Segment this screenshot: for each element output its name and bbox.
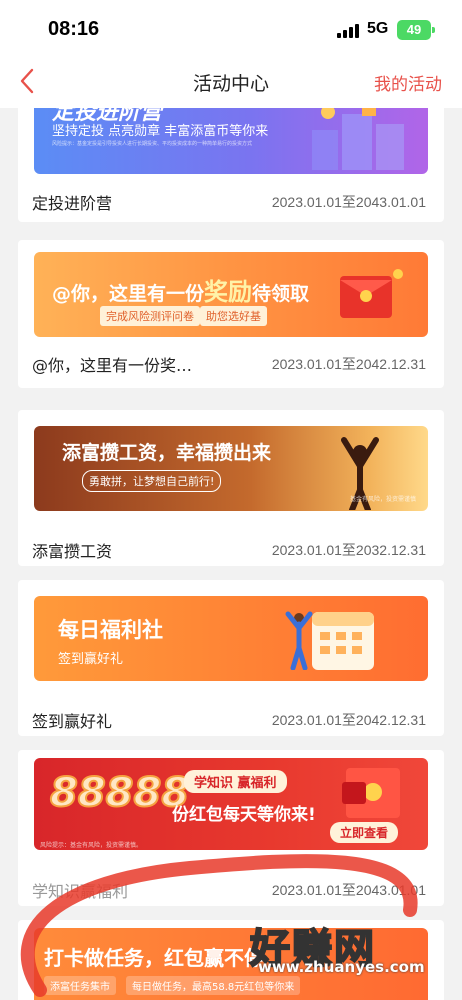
activity-date: 2023.01.01至2032.12.31	[271, 542, 426, 558]
activity-name: @你，这里有一份奖…	[32, 356, 193, 375]
banner-title: 添富攒工资，幸福攒出来	[62, 442, 272, 464]
jumping-person-icon	[285, 611, 313, 670]
nav-bar: 活动中心 我的活动	[0, 56, 462, 108]
activity-date: 2023.01.01至2042.12.31	[271, 356, 426, 372]
red-swoosh-overlay	[20, 854, 418, 997]
banner-title-part: 待领取	[252, 283, 310, 305]
banner-tag: 学知识 赢福利	[184, 770, 287, 793]
banner-pill: 勇敢拼，让梦想自己前行!	[82, 470, 222, 492]
activity-banner[interactable]: @你，这里有一份奖励待领取 完成风险测评问卷 助您选好基	[34, 252, 428, 337]
activity-name: 添富攒工资	[32, 542, 113, 561]
battery-level: 49	[406, 22, 422, 37]
activity-banner[interactable]: 添富攒工资，幸福攒出来 勇敢拼，让梦想自己前行! 基金有风险，投资需谨慎	[34, 426, 428, 511]
battery-icon: 49	[397, 20, 435, 40]
watermark-url: www.zhuanyes.com	[258, 958, 425, 976]
banner-pill: 助您选好基	[200, 306, 267, 326]
activity-card[interactable]: 添富攒工资，幸福攒出来 勇敢拼，让梦想自己前行! 基金有风险，投资需谨慎 添富攒…	[18, 410, 444, 566]
banner-title-highlight: 奖励	[204, 278, 253, 306]
activity-date: 2023.01.01至2043.01.01	[271, 194, 426, 210]
activity-card[interactable]: @你，这里有一份奖励待领取 完成风险测评问卷 助您选好基 @你，这里有一份奖… …	[18, 240, 444, 388]
activity-card[interactable]: 每日福利社 签到赢好礼 签到赢好礼 2023.01.01至2042.12.31	[18, 580, 444, 736]
banner-title: 份红包每天等你来!	[172, 805, 316, 825]
status-time: 08:16	[48, 18, 100, 40]
banner-fine-print: 风险提示：基金定投是引导投资人进行长期投资、平均投资成本的一种简单易行的投资方式	[52, 141, 253, 147]
network-type: 5G	[367, 20, 389, 37]
cellular-signal-icon	[337, 24, 359, 38]
activity-banner[interactable]: 定投进阶营 坚持定投 点亮勋章 丰富添富币等你来 风险提示：基金定投是引导投资人…	[34, 108, 428, 174]
banner-subtitle: 坚持定投 点亮勋章 丰富添富币等你来	[52, 124, 269, 139]
banner-title-part: @你，这里有一份	[52, 283, 205, 305]
building-illustration	[312, 108, 404, 170]
banner-note: 基金有风险，投资需谨慎	[350, 496, 417, 503]
red-envelope-icon	[342, 768, 400, 818]
banner-pill: 完成风险测评问卷	[100, 306, 200, 326]
banner-subtitle: 签到赢好礼	[58, 652, 124, 667]
banner-title: 每日福利社	[58, 618, 163, 642]
status-bar: 08:16 5G 49	[0, 0, 462, 56]
my-activities-link[interactable]: 我的活动	[374, 70, 442, 95]
activity-card[interactable]: 定投进阶营 坚持定投 点亮勋章 丰富添富币等你来 风险提示：基金定投是引导投资人…	[18, 108, 444, 222]
watermark: 好赚网 www.zhuanyes.com	[249, 916, 425, 976]
calendar-icon	[312, 612, 374, 670]
activity-date: 2023.01.01至2042.12.31	[271, 712, 426, 728]
activity-name: 定投进阶营	[32, 194, 113, 213]
activity-name: 签到赢好礼	[32, 712, 113, 731]
red-envelope-icon	[340, 269, 403, 318]
banner-number: 88888	[49, 769, 190, 817]
activity-banner[interactable]: 每日福利社 签到赢好礼	[34, 596, 428, 681]
banner-title: @你，这里有一份奖励待领取	[52, 272, 309, 307]
activity-banner[interactable]: 88888 学知识 赢福利 份红包每天等你来! 立即查看 风险提示：基金有风险，…	[34, 758, 428, 850]
